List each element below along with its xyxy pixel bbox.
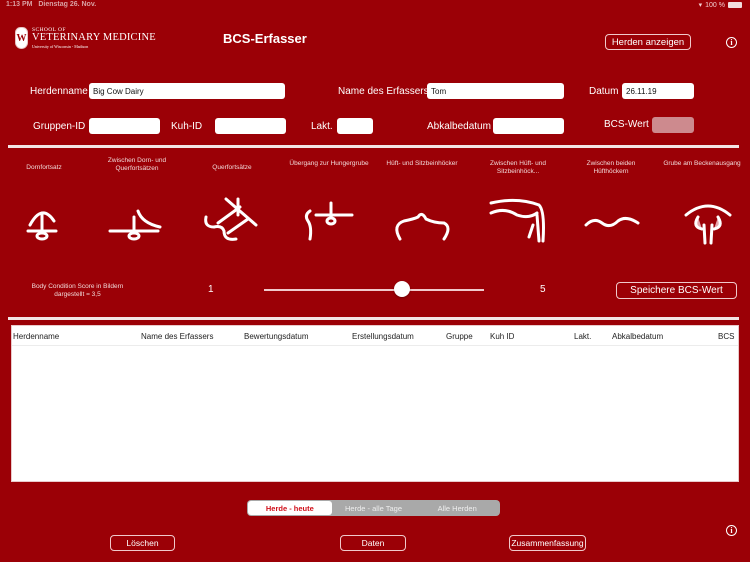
cow-id-input[interactable]: [215, 118, 286, 134]
group-id-label: Gruppen-ID: [33, 121, 86, 132]
between-processes-icon: [104, 197, 164, 251]
body-part-label: Zwischen Dorn- und Querfortsätzen: [107, 157, 167, 173]
status-date: Dienstag 26. Nov.: [38, 1, 97, 8]
herd-filter-segmented-control: Herde - heute Herde - alle Tage Alle Her…: [247, 500, 500, 516]
recorder-name-label: Name des Erfassers: [338, 86, 429, 97]
status-time: 1:13 PM: [6, 1, 33, 8]
recorder-name-input[interactable]: [427, 83, 564, 99]
bcs-caption-line1: Body Condition Score in Bildern: [31, 283, 124, 290]
body-part-label: Dornfortsatz: [26, 164, 62, 171]
column-header[interactable]: Kuh ID: [490, 332, 514, 341]
lactation-label: Lakt.: [311, 121, 333, 132]
pelvic-outlet-icon: [678, 195, 738, 249]
hunger-hollow-icon: [298, 195, 358, 249]
app-title: BCS-Erfasser: [223, 31, 307, 46]
date-input[interactable]: [622, 83, 694, 99]
delete-button[interactable]: Löschen: [110, 535, 175, 551]
save-bcs-button[interactable]: Speichere BCS-Wert: [616, 282, 737, 299]
battery-percent: 100 %: [705, 1, 725, 9]
body-part-label: Grube am Beckenausgang: [663, 160, 741, 167]
column-header[interactable]: Herdenname: [13, 332, 59, 341]
crest-letter: W: [16, 32, 27, 44]
between-hips-icon: [582, 197, 642, 251]
body-part-label: Übergang zur Hungergrube: [289, 160, 369, 167]
logo-line3: University of Wisconsin - Madison: [32, 43, 89, 49]
column-header[interactable]: Name des Erfassers: [141, 332, 213, 341]
column-header[interactable]: Bewertungsdatum: [244, 332, 308, 341]
slider-min-label: 1: [208, 284, 214, 295]
spinous-process-icon: [14, 197, 74, 251]
column-header[interactable]: BCS: [718, 332, 734, 341]
bcs-slider-thumb[interactable]: [393, 281, 410, 297]
logo-line2: VETERINARY MEDICINE: [32, 32, 156, 43]
herd-name-input[interactable]: [89, 83, 285, 99]
cow-id-label: Kuh-ID: [171, 121, 203, 132]
body-part-label: Zwischen beiden Hüfthöckern: [586, 160, 636, 176]
bcs-caption: Body Condition Score in Bildern dargeste…: [20, 283, 135, 300]
between-hip-pin-icon: [487, 195, 547, 249]
bcs-value-field: [652, 117, 694, 133]
body-part-label: Querfortsätze: [212, 164, 252, 171]
bcs-caption-line2: dargestellt = 3,5: [54, 291, 101, 299]
data-button[interactable]: Daten: [340, 535, 406, 551]
group-id-input[interactable]: [89, 118, 160, 134]
hip-pin-bones-icon: [392, 197, 452, 251]
status-bar-time: 1:13 PM Dienstag 26. Nov.: [6, 1, 96, 8]
school-logo: W SCHOOL OF VETERINARY MEDICINE Universi…: [15, 27, 156, 49]
column-header[interactable]: Erstellungsdatum: [352, 332, 414, 341]
herd-name-label: Herdenname: [30, 86, 88, 97]
column-header[interactable]: Gruppe: [446, 332, 473, 341]
transverse-processes-icon: [202, 195, 262, 249]
table-header: Herdenname Name des Erfassers Bewertungs…: [12, 326, 738, 346]
info-icon[interactable]: i: [726, 37, 737, 48]
lactation-input[interactable]: [337, 118, 373, 134]
date-label: Datum: [589, 86, 619, 97]
segment-herd-today[interactable]: Herde - heute: [248, 501, 332, 515]
form-divider: [8, 145, 739, 148]
crest-icon: W: [15, 27, 28, 49]
segment-all-herds[interactable]: Alle Herden: [415, 501, 499, 515]
column-header[interactable]: Lakt.: [574, 332, 591, 341]
status-bar-indicators: ▾ 100 %: [699, 1, 742, 9]
column-header[interactable]: Abkalbedatum: [612, 332, 663, 341]
battery-icon: [728, 2, 742, 8]
segment-herd-all-days[interactable]: Herde - alle Tage: [332, 501, 416, 515]
bcs-slider-track[interactable]: [264, 289, 484, 291]
info-icon[interactable]: i: [726, 525, 737, 536]
records-table: Herdenname Name des Erfassers Bewertungs…: [11, 325, 739, 482]
slider-max-label: 5: [540, 284, 546, 295]
calving-date-label: Abkalbedatum: [427, 121, 491, 132]
wifi-icon: ▾: [698, 2, 703, 9]
show-herds-button[interactable]: Herden anzeigen: [605, 34, 691, 50]
summary-button[interactable]: Zusammenfassung: [509, 535, 586, 551]
bcs-value-label: BCS-Wert: [604, 119, 649, 130]
calving-date-input[interactable]: [493, 118, 564, 134]
slider-divider: [8, 317, 739, 320]
body-part-label: Zwischen Hüft- und Sitzbeinhöck...: [490, 160, 546, 176]
body-part-label: Hüft- und Sitzbeinhöcker: [386, 160, 458, 167]
